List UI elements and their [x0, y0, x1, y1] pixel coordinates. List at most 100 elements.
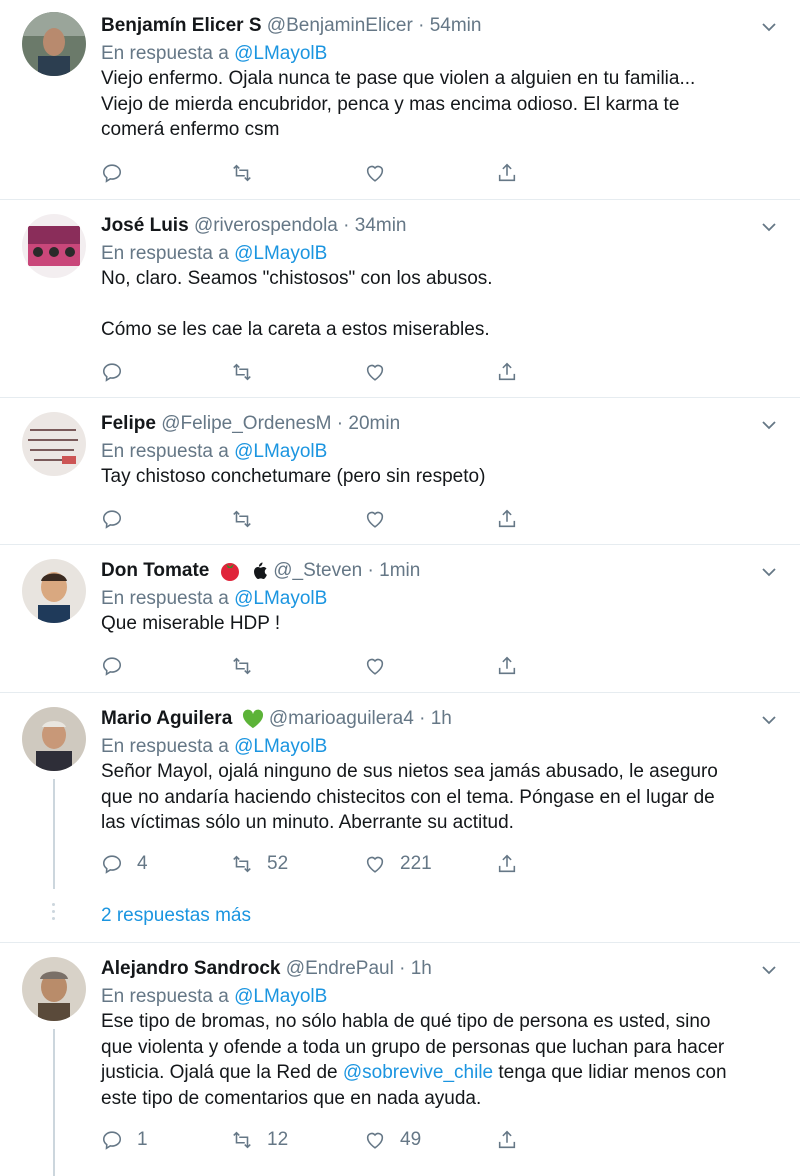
like-icon: [366, 364, 384, 381]
reply-button[interactable]: [101, 506, 123, 532]
share-icon: [498, 163, 516, 182]
share-icon: [498, 509, 516, 528]
like-button[interactable]: 221: [364, 851, 432, 877]
like-button[interactable]: 49: [364, 1127, 421, 1153]
reply-button[interactable]: 1: [101, 1127, 148, 1153]
like-button[interactable]: [364, 653, 386, 679]
reply-button[interactable]: [101, 653, 123, 679]
avatar[interactable]: [22, 214, 86, 278]
reply-mention[interactable]: @LMayolB: [234, 736, 327, 757]
tweet[interactable]: Felipe @Felipe_OrdenesM · 20min En respu…: [0, 398, 800, 545]
retweet-button[interactable]: 52: [231, 851, 288, 877]
avatar[interactable]: [22, 957, 86, 1021]
text-segment: justicia. Ojalá que la Red de: [101, 1062, 343, 1083]
reply-prefix: En respuesta a: [101, 986, 235, 1007]
reply-context: En respuesta a @LMayolB: [101, 735, 327, 759]
tweet-text-line: justicia. Ojalá que la Red de @sobrevive…: [101, 1060, 781, 1086]
tweet[interactable]: José Luis @riverospendola · 34min En res…: [0, 200, 800, 398]
timestamp[interactable]: 34min: [355, 215, 407, 236]
share-button[interactable]: [496, 851, 518, 877]
reply-button[interactable]: [101, 359, 123, 385]
display-name[interactable]: Mario Aguilera: [101, 708, 232, 729]
separator-dot: ·: [336, 413, 344, 434]
user-handle[interactable]: @riverospendola: [194, 215, 338, 236]
chevron-down-icon[interactable]: [760, 218, 778, 236]
reply-context: En respuesta a @LMayolB: [101, 440, 327, 464]
chevron-down-icon[interactable]: [760, 18, 778, 36]
share-icon: [498, 362, 516, 381]
reply-button[interactable]: [101, 160, 123, 186]
thread-line: [53, 1029, 55, 1176]
share-button[interactable]: [496, 160, 518, 186]
retweet-button[interactable]: [231, 506, 253, 532]
timestamp[interactable]: 1min: [379, 560, 420, 581]
like-button[interactable]: [364, 506, 386, 532]
reply-count: 4: [137, 853, 148, 874]
timestamp[interactable]: 1h: [431, 708, 452, 729]
reply-mention[interactable]: @LMayolB: [234, 43, 327, 64]
reply-mention[interactable]: @LMayolB: [234, 588, 327, 609]
avatar[interactable]: [22, 12, 86, 76]
display-name[interactable]: Benjamín Elicer S: [101, 15, 262, 36]
share-button[interactable]: [496, 653, 518, 679]
avatar[interactable]: [22, 707, 86, 771]
tweet-text: Ese tipo de bromas, no sólo habla de qué…: [101, 1009, 781, 1111]
share-button[interactable]: [496, 1127, 518, 1153]
user-handle[interactable]: @BenjaminElicer: [267, 15, 413, 36]
reply-mention[interactable]: @LMayolB: [234, 243, 327, 264]
reply-button[interactable]: 4: [101, 851, 148, 877]
tweet-text: Viejo enfermo. Ojala nunca te pase que v…: [101, 66, 781, 143]
chevron-down-icon[interactable]: [760, 416, 778, 434]
retweet-icon: [233, 363, 251, 381]
reply-mention[interactable]: @LMayolB: [234, 441, 327, 462]
like-button[interactable]: [364, 160, 386, 186]
reply-icon: [102, 363, 122, 382]
timestamp[interactable]: 54min: [430, 15, 482, 36]
chevron-down-icon[interactable]: [760, 961, 778, 979]
like-button[interactable]: [364, 359, 386, 385]
timestamp[interactable]: 20min: [348, 413, 400, 434]
reply-icon: [102, 855, 122, 874]
tweet-actions: 4 52 221: [101, 851, 521, 877]
retweet-button[interactable]: [231, 359, 253, 385]
tweet[interactable]: Mario Aguilera @marioaguilera4 · 1h En r…: [0, 693, 800, 943]
thread-dots: [52, 899, 56, 924]
retweet-count: 12: [267, 1129, 289, 1150]
tweet[interactable]: Don Tomate @_Steven · 1min En respuesta …: [0, 545, 800, 693]
share-button[interactable]: [496, 506, 518, 532]
chevron-down-icon[interactable]: [760, 563, 778, 581]
user-handle[interactable]: @EndrePaul: [286, 958, 394, 979]
display-name[interactable]: Alejandro Sandrock: [101, 958, 281, 979]
chevron-down-icon[interactable]: [760, 711, 778, 729]
reply-mention[interactable]: @LMayolB: [234, 986, 327, 1007]
retweet-button[interactable]: [231, 160, 253, 186]
tweet-header: Felipe @Felipe_OrdenesM · 20min: [101, 412, 400, 436]
tweet[interactable]: Alejandro Sandrock @EndrePaul · 1h En re…: [0, 943, 800, 1176]
retweet-button[interactable]: 12: [231, 1127, 288, 1153]
reply-prefix: En respuesta a: [101, 243, 235, 264]
retweet-button[interactable]: [231, 653, 253, 679]
like-icon: [366, 511, 384, 528]
tweet-header: Don Tomate @_Steven · 1min: [101, 559, 420, 583]
user-handle[interactable]: @marioaguilera4: [269, 708, 414, 729]
timestamp[interactable]: 1h: [411, 958, 432, 979]
tweet-text-line: Ese tipo de bromas, no sólo habla de qué…: [101, 1011, 711, 1032]
tweet-text-line: que no andaría haciendo chistecitos con …: [101, 786, 715, 808]
tweet[interactable]: Benjamín Elicer S @BenjaminElicer · 54mi…: [0, 0, 800, 200]
avatar[interactable]: [22, 559, 86, 623]
user-handle[interactable]: @Felipe_OrdenesM: [161, 413, 331, 434]
avatar[interactable]: [22, 412, 86, 476]
display-name[interactable]: José Luis: [101, 215, 189, 236]
tweet-text-line: comerá enfermo csm: [101, 119, 280, 140]
inline-mention[interactable]: @sobrevive_chile: [343, 1062, 493, 1083]
share-button[interactable]: [496, 359, 518, 385]
reply-icon: [102, 657, 122, 676]
display-name[interactable]: Felipe: [101, 413, 156, 434]
user-handle[interactable]: @_Steven: [273, 560, 362, 581]
tweet-header: Mario Aguilera @marioaguilera4 · 1h: [101, 707, 452, 731]
tweet-text-line: Señor Mayol, ojalá ninguno de sus nietos…: [101, 761, 718, 782]
tweet-text-line: [101, 292, 781, 318]
tweet-text-line: Cómo se les cae la careta a estos misera…: [101, 319, 490, 340]
display-name[interactable]: Don Tomate: [101, 560, 209, 581]
show-more-replies-link[interactable]: 2 respuestas más: [101, 905, 251, 927]
